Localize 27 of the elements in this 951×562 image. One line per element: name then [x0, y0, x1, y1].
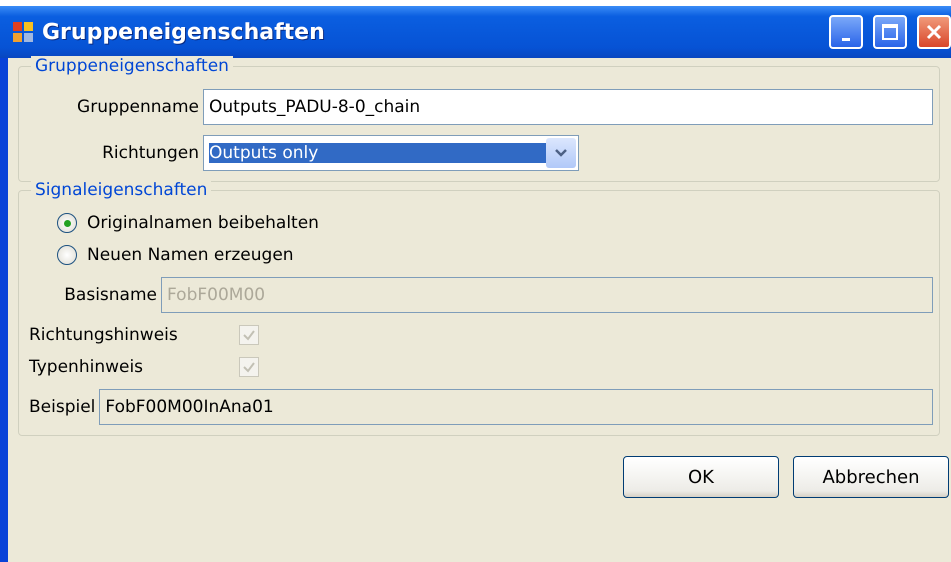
group-title: Gruppeneigenschaften [31, 56, 233, 76]
maximize-icon [881, 23, 899, 41]
close-button[interactable] [917, 15, 951, 49]
window-title: Gruppeneigenschaften [42, 20, 326, 44]
app-icon [12, 21, 34, 43]
radio-button[interactable] [57, 213, 77, 233]
field-label: Basisname [63, 285, 157, 305]
radio-option[interactable]: Originalnamen beibehalten [29, 213, 933, 233]
check-icon [242, 360, 256, 374]
maximize-button[interactable] [873, 15, 907, 49]
minimize-button[interactable] [829, 15, 863, 49]
close-icon [925, 23, 943, 41]
checkbox-label: Richtungshinweis [29, 325, 179, 345]
cancel-button[interactable]: Abbrechen [793, 456, 949, 498]
check-icon [242, 328, 256, 342]
directions-dropdown[interactable]: Outputs only [203, 135, 579, 171]
field-label: Beispiel [29, 397, 96, 417]
group-title: Signaleigenschaften [31, 180, 212, 200]
field-label: Gruppenname [76, 97, 199, 117]
minimize-icon [842, 38, 850, 40]
radio-option[interactable]: Neuen Namen erzeugen [29, 245, 933, 265]
checkbox-label: Typenhinweis [29, 357, 144, 377]
radio-button[interactable] [57, 245, 77, 265]
example-field[interactable]: FobF00M00InAna01 [99, 389, 933, 425]
group-name-field[interactable]: Outputs_PADU-8-0_chain [203, 89, 933, 125]
ok-button[interactable]: OK [623, 456, 779, 498]
field-label: Richtungen [101, 143, 199, 163]
